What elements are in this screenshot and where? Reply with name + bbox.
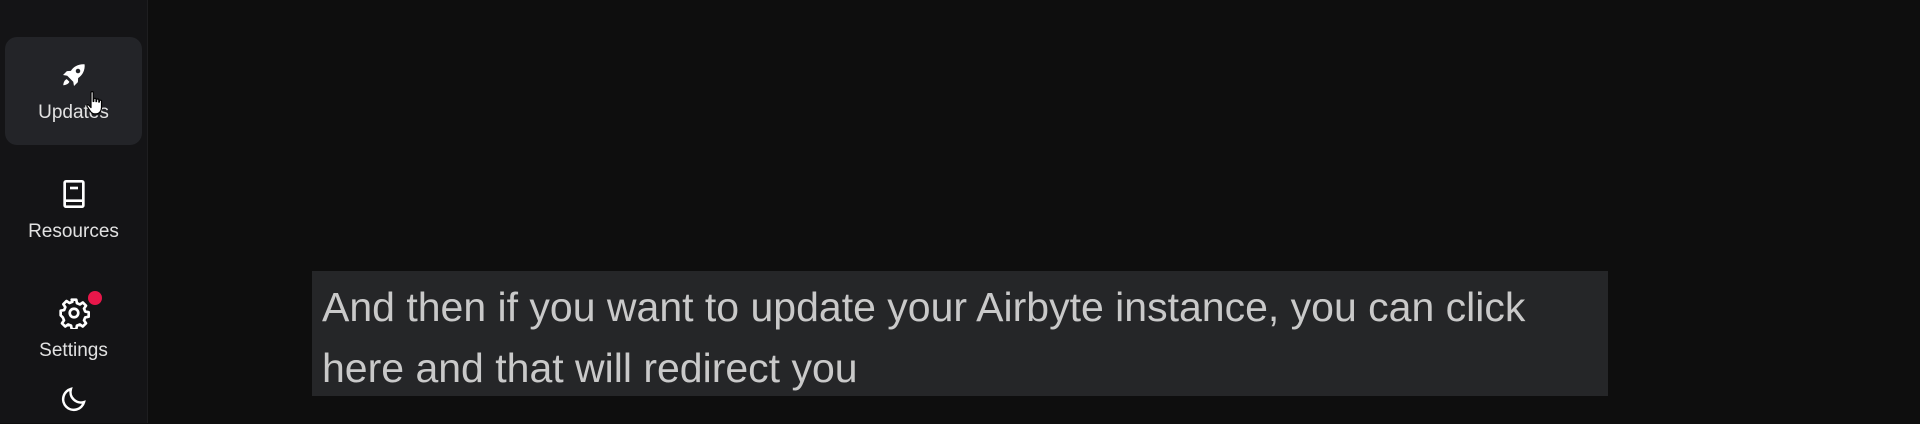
- moon-icon: [59, 384, 89, 424]
- notification-dot: [87, 291, 102, 305]
- sidebar-item-resources[interactable]: Resources: [5, 156, 142, 264]
- gear-icon: [57, 291, 102, 330]
- sidebar-item-label: Settings: [39, 340, 108, 361]
- sidebar: Updates Resources Settings: [0, 0, 148, 423]
- book-icon: [57, 177, 91, 211]
- theme-toggle[interactable]: [5, 384, 142, 424]
- sidebar-item-settings[interactable]: Settings: [5, 275, 142, 383]
- sidebar-item-label: Resources: [28, 221, 119, 242]
- video-caption: And then if you want to update your Airb…: [312, 271, 1608, 396]
- hand-cursor-icon: [85, 90, 107, 116]
- sidebar-item-updates[interactable]: Updates: [5, 37, 142, 145]
- rocket-icon: [57, 58, 91, 92]
